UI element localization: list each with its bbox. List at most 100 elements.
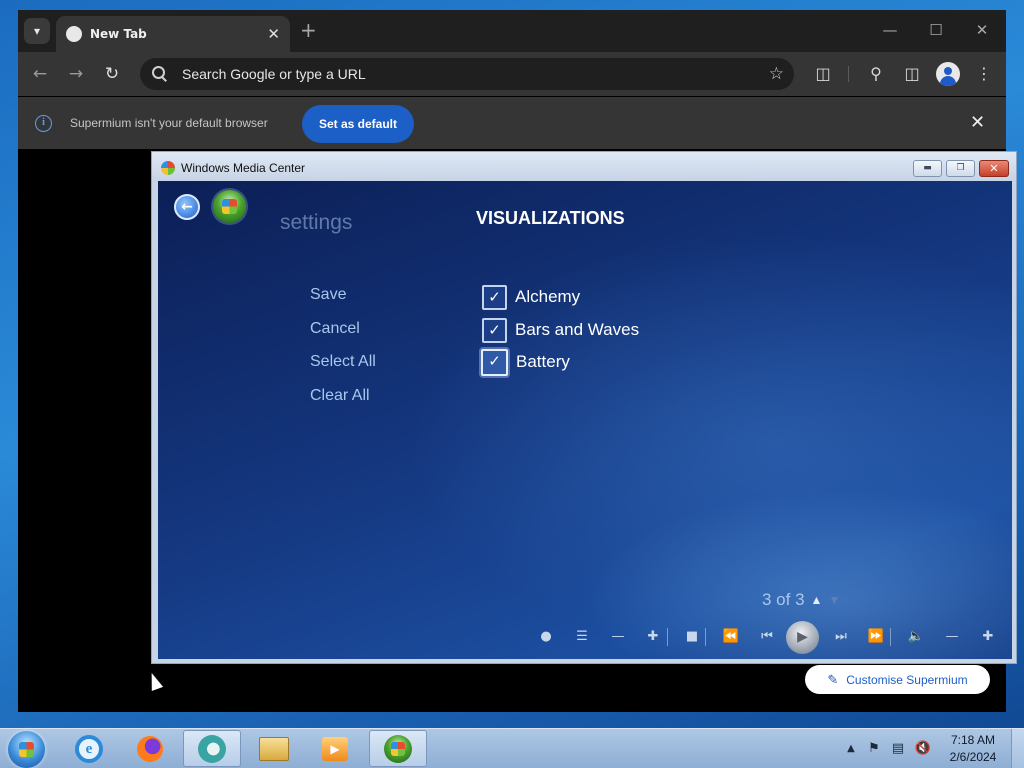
volume-down-icon[interactable]: — xyxy=(942,629,962,645)
clock-time: 7:18 AM xyxy=(950,733,996,747)
option-label: Bars and Waves xyxy=(515,320,640,339)
wmc-close-icon[interactable]: ✕ xyxy=(979,160,1009,177)
playlist-icon[interactable]: ☰ xyxy=(572,629,592,645)
browser-toolbar: ← → ↻ ☆ ◫ ⚲ ◫ ⋮ xyxy=(18,52,1006,96)
pencil-icon: ✎ xyxy=(827,671,839,687)
omnibox[interactable]: ☆ xyxy=(140,58,794,90)
close-window-icon[interactable]: ✕ xyxy=(970,20,994,40)
tab-close-icon[interactable]: ✕ xyxy=(267,26,280,42)
firefox-icon xyxy=(137,735,163,762)
media-center-title: Windows Media Center xyxy=(181,161,306,175)
wmc-back-icon[interactable]: ← xyxy=(174,194,200,220)
save-button[interactable]: Save xyxy=(310,286,346,304)
option-bars-and-waves[interactable]: ✓ Bars and Waves xyxy=(482,317,639,343)
tab-strip: ▾ New Tab ✕ + — ☐ ✕ xyxy=(18,10,1006,52)
taskbar-supermium[interactable] xyxy=(183,730,241,767)
info-icon: i xyxy=(35,115,52,132)
select-all-button[interactable]: Select All xyxy=(310,353,376,371)
wmc-restore-icon[interactable]: ❐ xyxy=(946,160,975,177)
toolbar-divider xyxy=(848,66,849,82)
profile-icon[interactable] xyxy=(936,62,960,86)
volume-up-icon[interactable]: ✚ xyxy=(978,629,998,645)
star-icon[interactable]: ☆ xyxy=(769,64,784,84)
media-center-title-icon xyxy=(161,161,175,175)
taskbar-internet-explorer[interactable]: e xyxy=(60,730,118,767)
option-battery[interactable]: ✓ Battery xyxy=(481,348,570,376)
pager: 3 of 3 ▲ ▼ xyxy=(762,590,840,610)
minimize-icon[interactable]: — xyxy=(878,20,902,40)
internet-explorer-icon: e xyxy=(75,734,103,763)
breadcrumb: settings xyxy=(280,211,353,234)
show-hidden-icons-icon[interactable]: ▲ xyxy=(842,740,860,758)
customise-label: Customise Supermium xyxy=(846,672,968,687)
transport-controls: ● ☰ — ✚ ■ ⏪ ⏮ ▶ ⏭ ⏩ 🔈 — ✚ xyxy=(536,621,998,654)
record-icon[interactable]: ● xyxy=(536,629,556,645)
menu-icon[interactable]: ⋮ xyxy=(972,63,996,85)
taskbar-media-player[interactable]: ▶ xyxy=(306,730,364,767)
extensions-icon[interactable]: ◫ xyxy=(811,63,835,85)
set-as-default-button[interactable]: Set as default xyxy=(302,105,414,143)
new-tab-button[interactable]: + xyxy=(300,19,317,41)
show-desktop-button[interactable] xyxy=(1011,729,1024,768)
infobar-message: Supermium isn't your default browser xyxy=(70,116,268,130)
wmc-start-orb-icon[interactable] xyxy=(213,190,246,223)
volume-muted-icon[interactable]: 🔇 xyxy=(914,740,932,758)
folder-icon xyxy=(259,736,289,761)
fast-forward-icon[interactable]: ⏩ xyxy=(866,629,886,645)
forward-icon[interactable]: → xyxy=(65,64,87,84)
network-icon[interactable]: ▤ xyxy=(889,740,907,758)
page-down-icon[interactable]: ▼ xyxy=(828,593,840,607)
tab-new-tab[interactable]: New Tab ✕ xyxy=(56,16,290,52)
page-title: VISUALIZATIONS xyxy=(476,208,625,228)
rewind-icon[interactable]: ⏪ xyxy=(721,629,741,645)
customise-button[interactable]: ✎ Customise Supermium xyxy=(805,665,990,694)
pager-text: 3 of 3 xyxy=(762,590,805,609)
taskbar: e ▶ ▲ ⚑ ▤ 🔇 7:18 AM 2/6/2024 xyxy=(0,728,1024,768)
back-icon[interactable]: ← xyxy=(29,64,51,84)
transport-divider xyxy=(667,628,668,646)
channel-up-icon[interactable]: ✚ xyxy=(643,629,663,645)
channel-down-icon[interactable]: — xyxy=(608,629,628,645)
checkbox-checked-icon[interactable]: ✓ xyxy=(481,348,508,376)
cancel-button[interactable]: Cancel xyxy=(310,320,360,338)
checkbox-checked-icon[interactable]: ✓ xyxy=(482,284,507,310)
play-icon[interactable]: ▶ xyxy=(786,621,819,654)
labs-icon[interactable]: ⚲ xyxy=(864,63,888,85)
maximize-icon[interactable]: ☐ xyxy=(924,20,948,40)
transport-divider xyxy=(890,628,891,646)
clock-date: 2/6/2024 xyxy=(949,750,997,764)
page-up-icon[interactable]: ▲ xyxy=(811,593,823,607)
volume-icon[interactable]: 🔈 xyxy=(906,629,926,645)
media-center-window: Windows Media Center ▬ ❐ ✕ ← settings VI… xyxy=(151,151,1017,664)
clear-all-button[interactable]: Clear All xyxy=(310,387,370,405)
side-panel-icon[interactable]: ◫ xyxy=(900,63,924,85)
checkbox-checked-icon[interactable]: ✓ xyxy=(482,317,507,343)
taskbar-firefox[interactable] xyxy=(121,730,179,767)
taskbar-windows-media-center[interactable] xyxy=(369,730,427,767)
reload-icon[interactable]: ↻ xyxy=(101,64,123,84)
default-browser-infobar: i Supermium isn't your default browser S… xyxy=(18,97,1006,149)
stop-icon[interactable]: ■ xyxy=(682,629,702,645)
tab-title: New Tab xyxy=(90,27,147,41)
start-button[interactable] xyxy=(8,731,45,768)
option-label: Battery xyxy=(516,352,570,371)
option-alchemy[interactable]: ✓ Alchemy xyxy=(482,284,580,310)
supermium-icon xyxy=(198,734,226,763)
media-player-icon: ▶ xyxy=(322,736,348,761)
tab-search-icon[interactable]: ▾ xyxy=(24,18,50,44)
action-center-flag-icon[interactable]: ⚑ xyxy=(865,740,883,758)
omnibox-input[interactable] xyxy=(182,66,769,82)
media-center-content: ← settings VISUALIZATIONS Save Cancel Se… xyxy=(158,181,1012,659)
skip-forward-icon[interactable]: ⏭ xyxy=(831,629,851,645)
option-label: Alchemy xyxy=(515,287,581,306)
search-icon xyxy=(150,64,170,84)
infobar-close-icon[interactable]: ✕ xyxy=(970,113,985,133)
taskbar-windows-explorer[interactable] xyxy=(245,730,303,767)
system-clock[interactable]: 7:18 AM 2/6/2024 xyxy=(942,732,1004,766)
skip-back-icon[interactable]: ⏮ xyxy=(757,629,777,645)
tab-favicon-icon xyxy=(66,26,82,42)
windows-media-center-icon xyxy=(384,734,412,763)
wmc-minimize-icon[interactable]: ▬ xyxy=(913,160,942,177)
transport-divider xyxy=(705,628,706,646)
media-center-titlebar[interactable]: Windows Media Center ▬ ❐ ✕ xyxy=(152,152,1016,182)
